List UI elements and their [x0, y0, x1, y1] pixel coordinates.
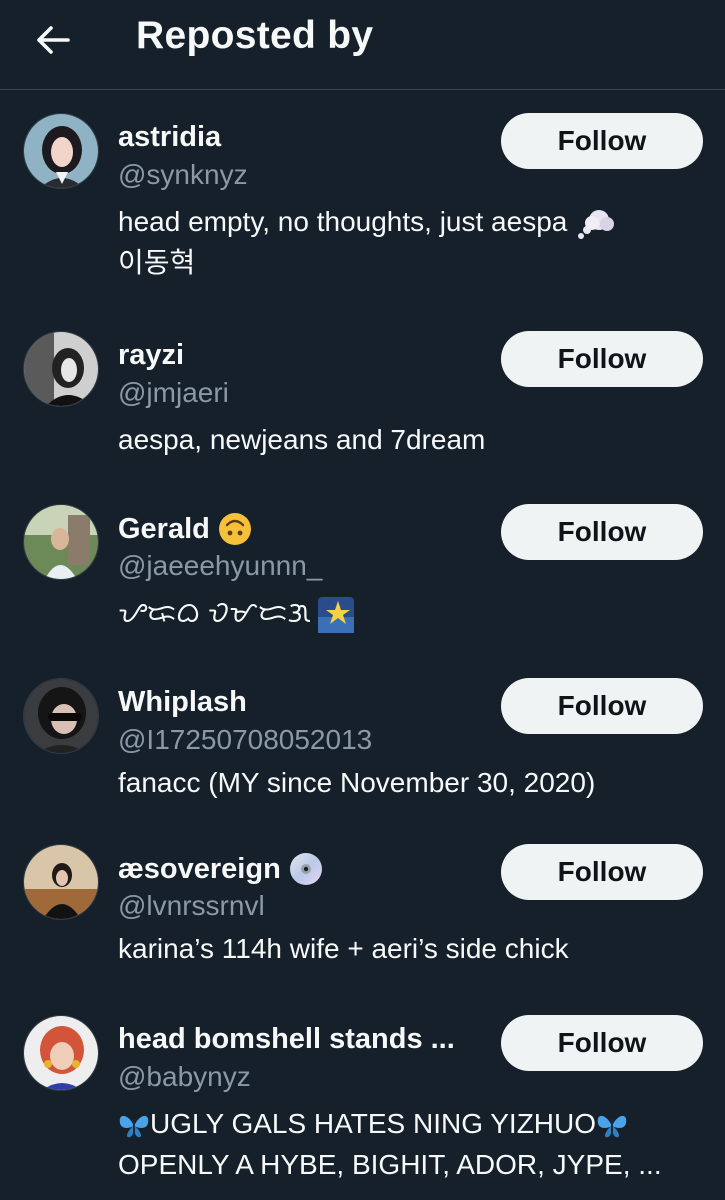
avatar[interactable]	[23, 331, 99, 407]
user-name[interactable]: Whiplash	[118, 686, 247, 719]
user-name[interactable]: Gerald	[118, 512, 252, 546]
upside-down-face-icon	[218, 513, 251, 545]
back-button[interactable]	[30, 18, 76, 62]
user-handle: @lvnrssrnvl	[118, 890, 265, 921]
butterfly-icon	[119, 1115, 149, 1137]
avatar[interactable]	[23, 113, 99, 189]
list-item[interactable]: Gerald @jaeeehyunnn_ ᜌᜍᜊ ᜏᜋᜇᜄ Follow	[0, 482, 725, 656]
disc-icon	[289, 853, 322, 885]
star-night-icon	[318, 596, 355, 633]
user-handle: @jaeeehyunnn_	[118, 550, 323, 581]
user-name[interactable]: æsovereign	[118, 852, 323, 886]
page-title: Reposted by	[136, 14, 374, 57]
user-handle: @babynyz	[118, 1061, 251, 1092]
top-bar: Reposted by	[0, 0, 725, 90]
avatar[interactable]	[23, 844, 99, 920]
follow-button[interactable]: Follow	[501, 1015, 703, 1071]
follow-button[interactable]: Follow	[501, 331, 703, 387]
user-handle: @I17250708052013	[118, 724, 373, 755]
follow-button[interactable]: Follow	[501, 113, 703, 169]
list-item[interactable]: astridia @synknyz head empty, no thought…	[0, 91, 725, 309]
arrow-left-icon	[37, 26, 70, 54]
butterfly-icon	[597, 1115, 627, 1137]
user-bio: UGLY GALS HATES NING YIZHUO OPENLY A HYB…	[118, 1108, 662, 1180]
user-name[interactable]: astridia	[118, 121, 221, 154]
user-bio: ᜌᜍᜊ ᜏᜋᜇᜄ	[118, 592, 693, 633]
follow-button[interactable]: Follow	[501, 504, 703, 560]
list-item[interactable]: rayzi @jmjaeri aespa, newjeans and 7drea…	[0, 309, 725, 482]
user-handle: @synknyz	[118, 159, 248, 190]
list-item[interactable]: Whiplash @I17250708052013 fanacc (MY sin…	[0, 656, 725, 822]
avatar[interactable]	[23, 678, 99, 754]
user-name[interactable]: rayzi	[118, 339, 184, 372]
thought-bubble-icon	[578, 209, 615, 239]
follow-button[interactable]: Follow	[501, 678, 703, 734]
user-bio: karina’s 114h wife + aeri’s side chick	[118, 933, 569, 964]
avatar[interactable]	[23, 504, 99, 580]
avatar[interactable]	[23, 1015, 99, 1091]
user-handle: @jmjaeri	[118, 377, 229, 408]
list-item[interactable]: head bomshell stands ... @babynyz UGLY G…	[0, 993, 725, 1200]
list-item[interactable]: æsovereign @lvnrssrnvl karina’s 114h wif…	[0, 822, 725, 993]
user-bio: aespa, newjeans and 7dream	[118, 424, 486, 455]
user-bio: fanacc (MY since November 30, 2020)	[118, 767, 596, 798]
user-bio: head empty, no thoughts, just aespa 이동혁	[118, 201, 693, 283]
follow-button[interactable]: Follow	[501, 844, 703, 900]
user-name[interactable]: head bomshell stands ...	[118, 1023, 455, 1056]
